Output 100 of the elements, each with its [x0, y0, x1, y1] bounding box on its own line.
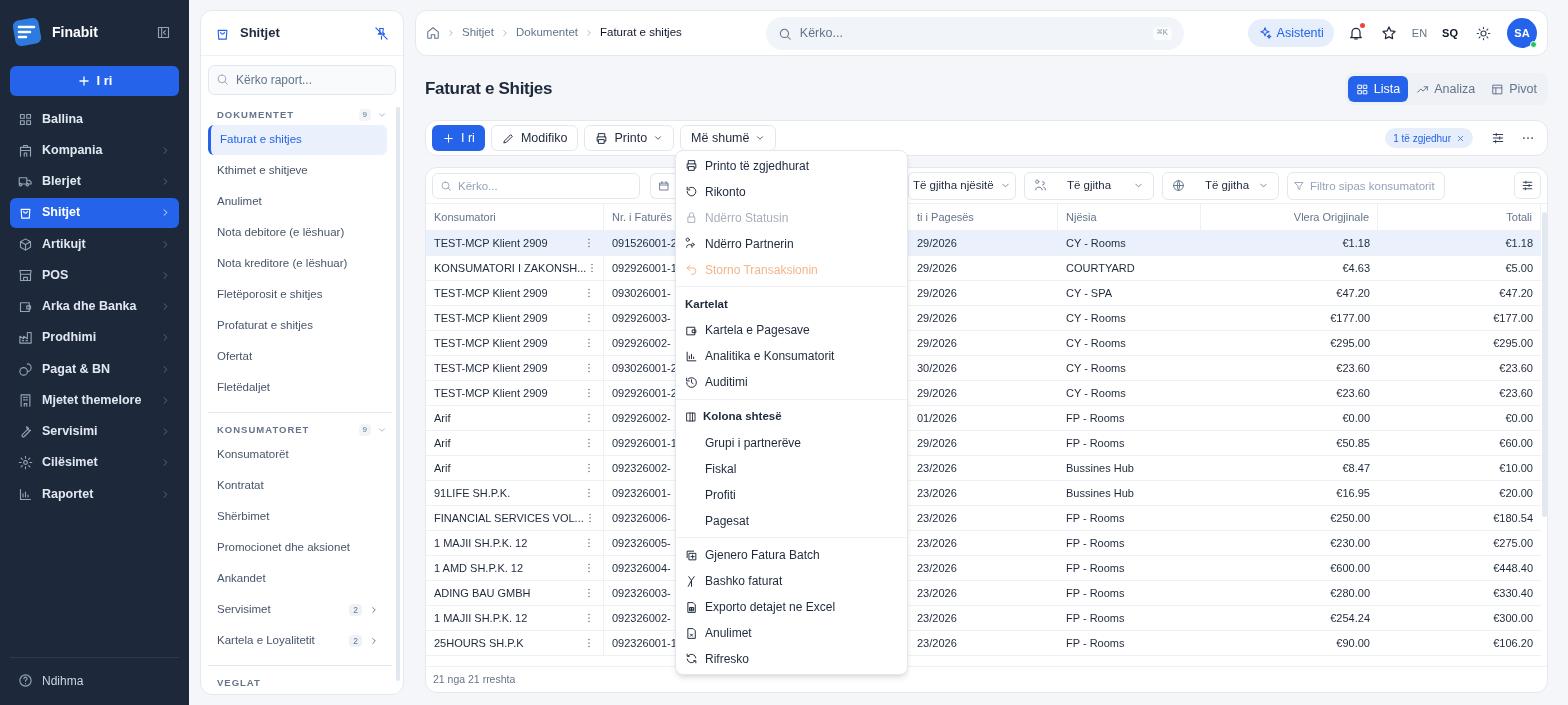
table-cell-text: 093026001- [612, 285, 671, 301]
panel-item[interactable]: Faturat e shitjes [208, 125, 387, 155]
sidebar-item[interactable]: Cilësimet [10, 447, 179, 478]
user-avatar[interactable]: SA [1507, 18, 1537, 48]
menu-item[interactable]: Ndërro Partnerin [676, 230, 907, 257]
column-header[interactable]: Nr. i Faturës [612, 208, 672, 226]
panel-item[interactable]: Ofertat [208, 342, 387, 372]
region-dropdown[interactable]: Të gjitha [1162, 171, 1279, 200]
view-tab[interactable]: Pivot [1483, 76, 1545, 102]
language-option[interactable]: SQ [1442, 24, 1458, 42]
grid-icon [18, 111, 33, 127]
table-cell-text: 092926003- [612, 310, 671, 326]
panel-item[interactable]: Ankandet [208, 564, 387, 594]
panel-item[interactable]: Kthimet e shitjeve [208, 156, 387, 186]
sparkles-icon [1257, 26, 1272, 40]
table-cell-text: €0.00 [1342, 410, 1370, 426]
table-search-field[interactable]: Kërko... [432, 172, 640, 199]
chevron-down-icon[interactable] [377, 110, 387, 120]
new-button[interactable]: I ri [10, 66, 179, 96]
menu-item[interactable]: Pagesat [676, 507, 907, 534]
breadcrumb-link[interactable]: Dokumentet [515, 24, 578, 42]
printer-icon [595, 131, 609, 145]
panel-item[interactable]: Fletëdaljet [208, 373, 387, 403]
panel-item[interactable]: Nota kreditore (e lëshuar) [208, 249, 387, 279]
panel-item[interactable]: Anulimet [208, 187, 387, 217]
menu-item[interactable]: Grupi i partnerëve [676, 429, 907, 456]
table-cell-text: 25HOURS SH.P.K [434, 635, 524, 651]
table-cell-text: 092326003- [612, 585, 671, 601]
toolbar-button[interactable]: Printo [584, 125, 675, 151]
menu-item[interactable]: Profiti [676, 481, 907, 508]
refresh-icon [685, 652, 698, 666]
column-settings-button[interactable] [1514, 172, 1541, 199]
bell-icon[interactable] [1347, 25, 1364, 41]
menu-item[interactable]: Printo të zgjedhurat [676, 153, 907, 179]
chevron-down-icon[interactable] [377, 425, 387, 435]
collapse-sidebar-icon[interactable] [156, 24, 171, 40]
table-cell-text: €230.00 [1330, 535, 1370, 551]
table-cell-text: FINANCIAL SERVICES VOL... [434, 510, 584, 526]
undo-icon [685, 263, 698, 276]
chart-icon [685, 349, 698, 363]
table-cell-text: €23.60 [1336, 360, 1370, 376]
menu-item[interactable]: Fiskal [676, 455, 907, 482]
panel-item[interactable]: Profaturat e shitjes [208, 311, 387, 341]
language-option[interactable]: EN [1411, 24, 1428, 42]
star-icon[interactable] [1380, 25, 1397, 41]
view-tab[interactable]: Analiza [1408, 76, 1484, 102]
table-cell-text: €295.00 [1493, 335, 1533, 351]
column-header[interactable]: Totali [1506, 208, 1532, 226]
group-dropdown[interactable]: Të gjitha [1024, 171, 1154, 200]
panel-item[interactable]: Kartela e Loyalitetit 2 [208, 626, 387, 656]
menu-item[interactable]: Rikonto [676, 178, 907, 205]
table-cell-text: 23/2026 [917, 460, 957, 476]
column-header[interactable]: Njësia [1066, 208, 1097, 226]
report-search-field[interactable]: Kërko raport... [208, 65, 396, 95]
sidebar-item[interactable]: Kompania [10, 135, 179, 166]
selection-chip: 1 të zgjedhur [1385, 128, 1473, 148]
customer-filter-field[interactable]: Filtro sipas konsumatorit [1287, 171, 1445, 200]
sidebar-item[interactable]: Artikujt [10, 229, 179, 259]
sidebar-item[interactable]: Prodhimi [10, 322, 179, 353]
table-cell-text: €330.40 [1493, 585, 1533, 601]
column-header[interactable]: ti i Pagesës [917, 208, 974, 226]
close-icon[interactable] [1456, 133, 1465, 143]
table-cell-text: 29/2026 [917, 435, 957, 451]
sun-icon[interactable] [1476, 25, 1491, 41]
sidebar-item[interactable]: Mjetet themelore [10, 385, 179, 416]
table-cell-text: FP - Rooms [1066, 585, 1125, 601]
home-icon[interactable] [426, 26, 440, 40]
sidebar-item[interactable]: Pagat & BN [10, 354, 179, 384]
table-cell-text: FP - Rooms [1066, 535, 1125, 551]
assistant-button[interactable]: Asistenti [1247, 19, 1334, 47]
view-tab[interactable]: Lista [1347, 76, 1409, 102]
table-cell-text: 1 MAJII SH.P.K. 12 [434, 535, 528, 551]
settings-icon [18, 455, 33, 471]
help-link[interactable]: Ndihma [42, 671, 84, 690]
panel-item[interactable]: Shërbimet [208, 502, 387, 532]
breadcrumb-link[interactable]: Shitjet [462, 24, 494, 42]
panel-item[interactable]: Fletëporosit e shitjes [208, 280, 387, 310]
plus-icon [76, 74, 91, 88]
toolbar-button[interactable]: Modifiko [490, 125, 579, 151]
column-header[interactable]: Vlera Origjinale [1293, 208, 1369, 226]
sidebar-item[interactable]: Arka dhe Banka [10, 291, 179, 322]
panel-item[interactable]: Servisimet 2 [208, 595, 387, 625]
sidebar-item[interactable]: Shitjet [10, 197, 179, 228]
table-cell-text: €20.00 [1499, 485, 1533, 501]
column-header[interactable]: Konsumatori [434, 208, 496, 226]
sidebar-item[interactable]: POS [10, 260, 179, 291]
sidebar-item[interactable]: Blerjet [10, 166, 179, 197]
panel-item[interactable]: Konsumatorët [208, 440, 387, 470]
sidebar-item[interactable]: Ballina [10, 104, 179, 134]
count-badge: 2 [349, 634, 362, 648]
table-cell-text: TEST-MCP Klient 2909 [434, 310, 548, 326]
panel-item[interactable]: Promocionet dhe aksionet [208, 533, 387, 563]
sidebar-item[interactable]: Servisimi [10, 416, 179, 447]
table-cell-text: 23/2026 [917, 610, 957, 626]
search-icon [216, 73, 229, 86]
panel-item[interactable]: Kontratat [208, 471, 387, 501]
sidebar-item[interactable]: Raportet [10, 479, 179, 509]
toolbar-button[interactable]: I ri [432, 125, 485, 151]
panel-item[interactable]: Nota debitore (e lëshuar) [208, 218, 387, 248]
sliders-icon[interactable] [1491, 131, 1505, 145]
